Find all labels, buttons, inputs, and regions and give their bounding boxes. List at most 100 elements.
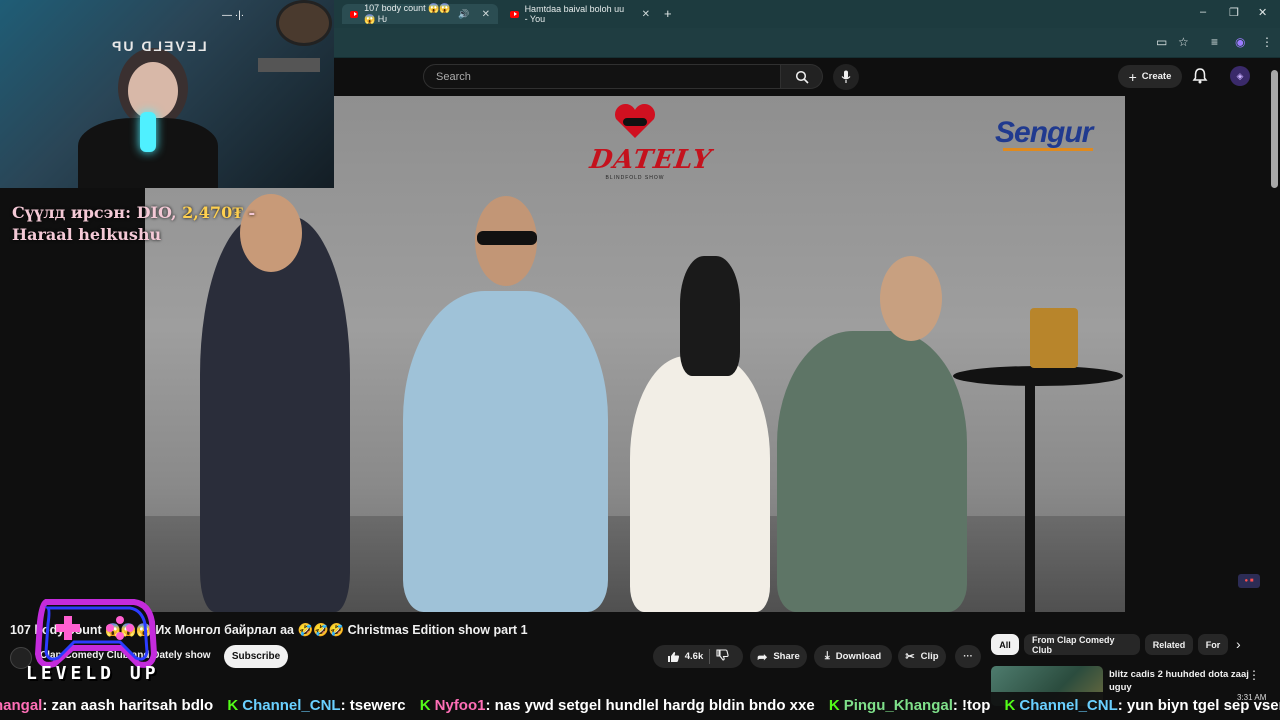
sengur-logo-underline <box>1003 148 1093 151</box>
download-label: Download <box>835 651 882 662</box>
tab-youtube-107-body-count[interactable]: 107 body count 😱😱😱 Ƕ 🔊 ✕ <box>342 3 498 24</box>
dately-logo-subtitle: BLINDFOLD SHOW <box>605 175 665 181</box>
ticker-message: : !top <box>952 697 991 714</box>
donation-name: DIO, <box>136 203 177 222</box>
host-right-head <box>880 256 942 341</box>
share-icon: ➦ <box>757 649 768 664</box>
ticker-message: : nas ywd setgel hundlel hardg bldin bnd… <box>485 697 815 714</box>
host-right-figure <box>777 331 967 612</box>
speaker-icon[interactable]: 🔊 <box>458 9 469 20</box>
thumbs-down-icon <box>716 649 729 661</box>
chip-all[interactable]: All <box>991 634 1019 655</box>
guest-blindfold-figure <box>403 291 608 612</box>
woman-guest-hair <box>680 256 740 376</box>
close-window-button[interactable]: ✕ <box>1258 6 1267 19</box>
share-label: Share <box>773 651 800 662</box>
tab-close-icon[interactable]: ✕ <box>482 9 490 20</box>
table-leg <box>1025 384 1035 612</box>
donation-message: Haraal helkushu <box>12 225 162 244</box>
voice-search-button[interactable] <box>833 64 859 90</box>
sengur-logo: Sengur <box>995 116 1093 149</box>
beer-bottles <box>1030 308 1078 368</box>
profile-icon[interactable]: ◉ <box>1235 35 1245 49</box>
mirrored-leveld-sign: LEVELD UP <box>110 38 207 54</box>
restore-button[interactable]: ❐ <box>1229 6 1239 19</box>
search-button[interactable] <box>781 64 823 89</box>
dislike-button[interactable] <box>716 649 729 664</box>
ticker-username: Pingu_Khangal <box>843 697 953 714</box>
ticker-username: Channel_CNL <box>1019 697 1118 714</box>
kick-icon: K <box>828 697 840 714</box>
tab-title: Hamtdaa baival boloh uu - You <box>524 4 625 24</box>
new-tab-button[interactable]: + <box>664 6 672 21</box>
wall-sign <box>258 58 320 72</box>
recommended-more-icon[interactable]: ⋮ <box>1248 668 1260 682</box>
side-table <box>953 366 1123 386</box>
heart-icon <box>614 103 656 138</box>
download-icon: ⤓ <box>824 650 830 662</box>
bell-icon <box>1192 68 1208 84</box>
tab-youtube-hamtdaa[interactable]: Hamtdaa baival boloh uu - You ✕ <box>502 4 658 24</box>
tab-title: 107 body count 😱😱😱 Ƕ <box>364 3 451 24</box>
search-icon <box>795 70 809 84</box>
clip-label: Clip <box>920 651 939 662</box>
microphone-icon <box>841 70 851 83</box>
blindfold-mask <box>477 231 537 245</box>
donation-label: Сүүлд ирсэн: <box>12 203 131 222</box>
like-button[interactable]: 4.6k <box>667 651 704 663</box>
cast-icon[interactable]: ▭ <box>1156 35 1167 49</box>
donation-amount: 2,470₮ <box>182 203 243 222</box>
ticker-username: hangal <box>0 697 43 714</box>
tab-close-icon[interactable]: ✕ <box>642 9 650 20</box>
youtube-favicon-icon <box>350 10 359 18</box>
kick-icon: K <box>1004 697 1016 714</box>
search-input[interactable]: Search <box>423 64 781 89</box>
scissors-icon: ✂ <box>905 651 915 663</box>
ticker-message: : tsewerc <box>340 697 406 714</box>
small-overlay-badge: ● ■ <box>1238 574 1260 588</box>
avatar-icon: ◈ <box>1236 70 1244 81</box>
media-controls-icon[interactable]: ≡ <box>1211 35 1218 49</box>
ticker-username: Channel_CNL <box>242 697 341 714</box>
download-button[interactable]: ⤓ Download <box>814 645 892 668</box>
chat-ticker: hangal: zan aash haritsah bdlo KChannel_… <box>0 692 1280 720</box>
create-label: Create <box>1141 71 1172 82</box>
like-divider <box>709 649 711 664</box>
donation-dash: - <box>248 203 256 222</box>
more-actions-button[interactable]: ··· <box>955 645 981 668</box>
chevron-right-icon[interactable]: › <box>1236 636 1241 652</box>
streamer-webcam: — ·|· LEVELD UP <box>0 0 334 188</box>
notifications-button[interactable] <box>1192 67 1208 90</box>
ticker-message: : zan aash haritsah bdlo <box>42 697 214 714</box>
chip-for-you[interactable]: For <box>1198 634 1228 655</box>
subscribe-button[interactable]: Subscribe <box>224 645 288 668</box>
dartboard <box>276 0 332 46</box>
chip-related[interactable]: Related <box>1145 634 1193 655</box>
browser-menu-icon[interactable]: ⋮ <box>1261 35 1273 49</box>
latest-donation: Сүүлд ирсэн: DIO, 2,470₮ - Haraal helkus… <box>12 202 255 246</box>
donation-line-1: Сүүлд ирсэн: DIO, 2,470₮ - <box>12 202 255 224</box>
host-left-figure <box>200 216 350 612</box>
ticker-username: Nyfoo1 <box>434 697 486 714</box>
microphone-light <box>140 112 156 152</box>
account-avatar[interactable]: ◈ <box>1230 66 1250 86</box>
page-scrollbar[interactable] <box>1271 70 1278 188</box>
clip-button[interactable]: ✂ Clip <box>898 645 946 668</box>
left-background <box>0 188 145 612</box>
dately-show-logo: DATELY BLINDFOLD SHOW <box>588 103 714 190</box>
youtube-favicon-icon <box>510 10 519 18</box>
woman-guest-figure <box>630 356 770 612</box>
recommended-title[interactable]: blitz cadis 2 huuhded dota zaaj uguy <box>1109 668 1249 694</box>
webcam-overlay-marks: — ·|· <box>222 10 245 21</box>
chip-from-clap-comedy-club[interactable]: From Clap Comedy Club <box>1024 634 1140 655</box>
leveld-up-brand: LEVELD UP <box>26 663 160 684</box>
like-dislike-group: 4.6k <box>653 645 743 668</box>
create-button[interactable]: + Create <box>1118 65 1182 88</box>
bookmark-star-icon[interactable]: ☆ <box>1178 35 1189 49</box>
like-count: 4.6k <box>684 651 704 662</box>
kick-icon: K <box>419 697 431 714</box>
secondary-column <box>1125 96 1280 612</box>
minimize-button[interactable]: – <box>1200 6 1206 18</box>
streamer-face <box>128 62 178 120</box>
share-button[interactable]: ➦ Share <box>750 645 807 668</box>
